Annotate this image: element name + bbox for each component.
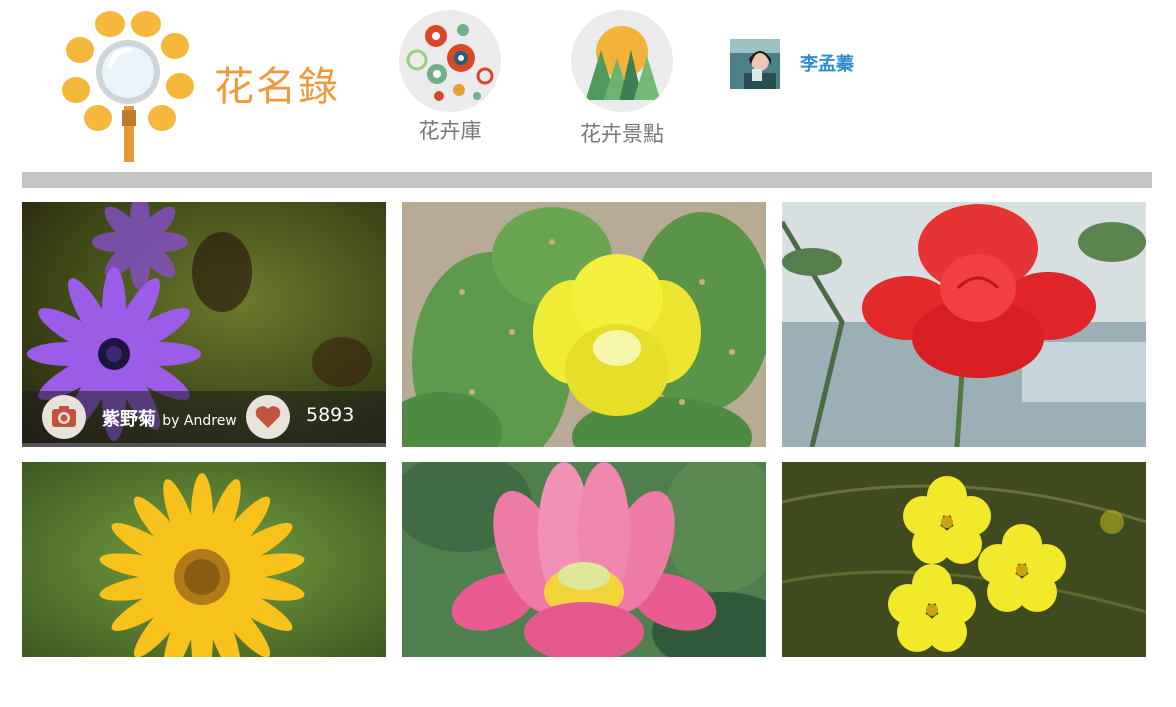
site-header: 花名錄 花卉庫 花卉景點 李孟蓁 — [0, 0, 1176, 172]
flower-spots-icon[interactable] — [571, 10, 673, 112]
photo-grid: 紫野菊 by Andrew 5893 — [22, 202, 1146, 657]
photo-tile[interactable] — [402, 202, 766, 447]
photo-info-bar: 紫野菊 by Andrew 5893 — [22, 391, 386, 447]
photo-tile[interactable] — [782, 202, 1146, 447]
heart-icon[interactable] — [246, 395, 290, 439]
photo-flower-name[interactable]: 紫野菊 — [102, 409, 156, 430]
photo-tile[interactable]: 紫野菊 by Andrew 5893 — [22, 202, 386, 447]
flower-library-icon[interactable] — [399, 10, 501, 112]
camera-icon[interactable] — [42, 395, 86, 439]
photo-author[interactable]: by Andrew — [162, 413, 236, 429]
photo-tile[interactable] — [782, 462, 1146, 707]
header-divider — [22, 172, 1152, 188]
brand-title[interactable]: 花名錄 — [214, 54, 340, 112]
photo-tile[interactable] — [22, 462, 386, 707]
photo-tile[interactable] — [402, 462, 766, 707]
avatar[interactable] — [730, 39, 780, 89]
like-count: 5893 — [306, 404, 355, 426]
sunflower-magnifier-logo[interactable] — [58, 6, 198, 164]
pink-lotus-photo — [402, 462, 766, 657]
cactus-flower-photo — [402, 202, 766, 447]
nav-flower-library-label[interactable]: 花卉庫 — [380, 115, 520, 145]
red-rose-photo — [782, 202, 1146, 447]
yellow-daisy-photo — [22, 462, 386, 657]
photo-title[interactable]: 紫野菊 by Andrew — [102, 405, 237, 431]
user-name-link[interactable]: 李孟蓁 — [800, 50, 854, 76]
nav-flower-spots-label[interactable]: 花卉景點 — [552, 118, 692, 148]
yellow-sorrel-photo — [782, 462, 1146, 657]
